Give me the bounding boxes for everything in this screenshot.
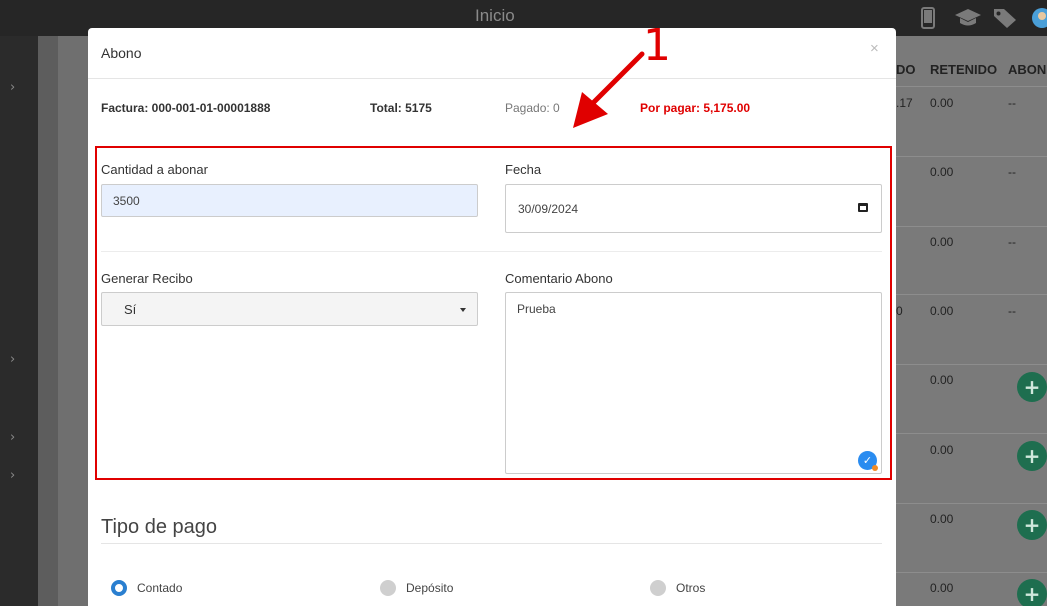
add-abono-button[interactable]: +	[1017, 372, 1047, 402]
table-cell: 0.00	[930, 373, 954, 387]
table-cell: --	[1008, 235, 1016, 249]
table-cell: 0.00	[930, 165, 954, 179]
add-abono-button[interactable]: +	[1017, 510, 1047, 540]
total-label: Total: 5175	[370, 101, 432, 115]
table-cell: 0.00	[930, 581, 954, 595]
comentario-value: Prueba	[517, 302, 556, 316]
graduation-cap-icon[interactable]	[953, 6, 983, 30]
tags-icon[interactable]	[991, 6, 1021, 30]
column-header: DO	[896, 62, 916, 77]
factura-label: Factura: 000-001-01-00001888	[101, 101, 271, 115]
recibo-select[interactable]: Sí	[101, 292, 478, 326]
caret-down-icon	[460, 308, 466, 312]
table-cell: 0.00	[930, 96, 954, 110]
table-cell: .17	[896, 96, 913, 110]
cantidad-input[interactable]: 3500	[101, 184, 478, 217]
background-table: DO RETENIDO ABON .17 0 0.00 0.00 0.00 0.…	[896, 36, 1047, 606]
radio-label: Otros	[676, 581, 706, 595]
close-icon[interactable]: ×	[870, 40, 879, 57]
table-cell: 0.00	[930, 304, 954, 318]
radio-otros[interactable]: Otros	[650, 580, 705, 596]
radio-contado[interactable]: Contado	[111, 580, 182, 596]
add-abono-button[interactable]: +	[1017, 579, 1047, 606]
table-cell: --	[1008, 96, 1016, 110]
sidebar: › › › ›	[0, 36, 38, 606]
abono-modal: Abono × Factura: 000-001-01-00001888 Tot…	[88, 28, 896, 606]
radio-unselected-icon[interactable]	[380, 580, 396, 596]
table-cell: 0.00	[930, 235, 954, 249]
page-title: Inicio	[475, 6, 515, 25]
radio-deposito[interactable]: Depósito	[380, 580, 453, 596]
fecha-input[interactable]: 30/09/2024	[505, 184, 882, 233]
pagado-label: Pagado: 0	[505, 101, 560, 115]
por-pagar-label: Por pagar: 5,175.00	[640, 101, 751, 115]
column-header: RETENIDO	[930, 62, 998, 77]
comentario-textarea[interactable]: Prueba ✓	[505, 292, 882, 474]
table-cell: 0.00	[930, 512, 954, 526]
column-header: ABON	[1008, 62, 1047, 77]
chevron-right-icon[interactable]: ›	[10, 468, 15, 483]
radio-selected-icon[interactable]	[111, 580, 127, 596]
radio-label: Depósito	[406, 581, 454, 595]
fecha-label: Fecha	[505, 162, 542, 177]
add-abono-button[interactable]: +	[1017, 441, 1047, 471]
calendar-icon[interactable]	[858, 203, 868, 212]
recibo-label: Generar Recibo	[101, 271, 193, 286]
annotation-arrow-icon	[573, 51, 645, 128]
radio-label: Contado	[137, 581, 183, 595]
chevron-right-icon[interactable]: ›	[10, 80, 15, 95]
avatar[interactable]	[1030, 6, 1047, 30]
modal-title: Abono	[101, 45, 142, 61]
fecha-value: 30/09/2024	[518, 202, 579, 216]
cantidad-label: Cantidad a abonar	[101, 162, 208, 177]
table-cell: --	[1008, 304, 1016, 318]
table-cell: 0.00	[930, 443, 954, 457]
grammar-badge-icon	[872, 465, 878, 471]
chevron-right-icon[interactable]: ›	[10, 352, 15, 367]
comentario-label: Comentario Abono	[505, 271, 613, 286]
radio-unselected-icon[interactable]	[650, 580, 666, 596]
recibo-value: Sí	[124, 302, 137, 317]
tipo-pago-title: Tipo de pago	[101, 516, 218, 538]
table-cell: --	[1008, 165, 1016, 179]
chevron-right-icon[interactable]: ›	[10, 430, 15, 445]
table-cell: 0	[896, 304, 903, 318]
phone-icon[interactable]	[919, 6, 937, 30]
